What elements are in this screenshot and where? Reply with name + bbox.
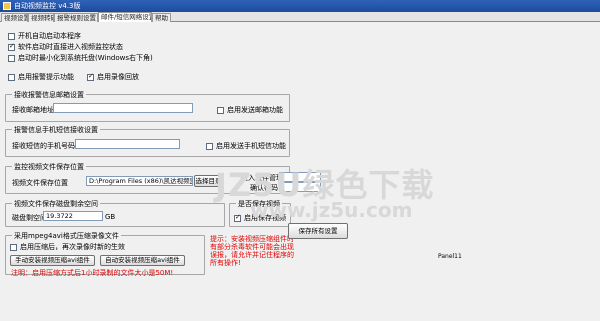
auto-monitor-label: 软件启动时直接进入视频监控状态: [18, 43, 123, 51]
compression-note: 注明：启用压缩方式后1小时录制的文件大小是50M!: [11, 269, 174, 277]
compress-checkbox[interactable]: 启用压缩后，再次录像时新的生效: [10, 242, 125, 252]
sms-enable-label: 启用发送手机短信功能: [216, 142, 286, 150]
disk-group-title: 视频文件保存磁盘剩余空间: [12, 199, 100, 209]
sms-group-title: 报警信息手机短信接收设置: [12, 125, 100, 135]
sms-phone-label: 接收短信的手机号码:: [12, 142, 78, 150]
save-all-settings-button[interactable]: 保存所有设置: [288, 223, 348, 239]
storage-group-title: 监控视频文件保存位置: [12, 162, 86, 172]
minimize-box[interactable]: [8, 54, 15, 62]
tab-bar: 视频设置 视频转码 报警规则设置 邮件/短信网络设置 帮助: [0, 12, 600, 22]
save-video-checkbox[interactable]: 启用保存视频: [234, 213, 286, 223]
playback-box[interactable]: [87, 72, 94, 81]
disk-free-label: 磁盘剩空间: [12, 214, 47, 222]
tab-alarm-rules[interactable]: 报警规则设置: [54, 13, 98, 22]
password-input[interactable]: [279, 172, 321, 182]
email-address-input[interactable]: [53, 103, 193, 113]
email-enable-label: 启用发送邮箱功能: [227, 106, 283, 114]
minimize-checkbox[interactable]: 启动时最小化到系统托盘(Windows右下角): [8, 53, 153, 63]
alarm-voice-checkbox[interactable]: 启用报警提示功能: [8, 72, 74, 82]
storage-path-label: 视频文件保存位置: [12, 179, 68, 187]
email-address-label: 接收邮箱地址:: [12, 106, 57, 114]
panel-label: Panel11: [438, 253, 462, 260]
confirm-password-label: 确认密码: [250, 184, 278, 192]
email-group-title: 接收报警信息邮箱设置: [12, 90, 86, 100]
sms-phone-input[interactable]: [75, 139, 180, 149]
save-video-group-title: 是否保存视频: [236, 199, 282, 209]
manual-install-button[interactable]: 手动安装视频压缩avi组件: [10, 255, 95, 266]
install-tip: 提示：安装视频压缩组件时有部分杀毒软件可能会出现误报，请允许并记住程序的所有操作…: [210, 235, 294, 267]
email-enable-box[interactable]: [217, 106, 224, 114]
browse-directory-button[interactable]: 选择目录: [194, 175, 223, 187]
minimize-label: 启动时最小化到系统托盘(Windows右下角): [18, 54, 153, 62]
email-group: 接收报警信息邮箱设置 接收邮箱地址: 启用发送邮箱功能: [5, 90, 290, 122]
sms-enable-box[interactable]: [206, 142, 213, 150]
storage-path-input[interactable]: D:\Program Files (x86)\凯达视频监控录像软件\av: [86, 176, 193, 186]
disk-group: 视频文件保存磁盘剩余空间 磁盘剩空间 19.3722 GB: [5, 199, 225, 227]
settings-panel: 开机自动启动本程序 软件启动时直接进入视频监控状态 启动时最小化到系统托盘(Wi…: [0, 22, 600, 321]
email-enable-checkbox[interactable]: 启用发送邮箱功能: [217, 105, 283, 115]
app-icon: [3, 2, 11, 10]
autostart-label: 开机自动启动本程序: [18, 32, 81, 40]
auto-monitor-checkbox[interactable]: 软件启动时直接进入视频监控状态: [8, 42, 123, 52]
mpeg-group-title: 采用mpeg4avi格式压缩录像文件: [12, 231, 121, 241]
save-video-label: 启用保存视频: [244, 214, 286, 222]
compress-label: 启用压缩后，再次录像时新的生效: [20, 243, 125, 251]
playback-label: 启用录像回放: [97, 73, 139, 81]
tab-help[interactable]: 帮助: [152, 13, 171, 22]
disk-free-value: 19.3722: [43, 211, 103, 221]
alarm-voice-label: 启用报警提示功能: [18, 73, 74, 81]
compress-box[interactable]: [10, 243, 17, 251]
auto-monitor-box[interactable]: [8, 42, 15, 51]
alarm-voice-box[interactable]: [8, 73, 15, 81]
autostart-box[interactable]: [8, 32, 15, 40]
tab-video-transcode[interactable]: 视频转码: [28, 13, 54, 22]
title-bar: 自动视频监控 v4.3版: [0, 0, 600, 12]
window-title: 自动视频监控 v4.3版: [14, 2, 81, 10]
auto-install-button[interactable]: 自动安装视频压缩avi组件: [100, 255, 185, 266]
sms-enable-checkbox[interactable]: 启用发送手机短信功能: [206, 141, 286, 151]
confirm-password-input[interactable]: [279, 182, 321, 192]
save-video-group: 是否保存视频 启用保存视频: [229, 199, 291, 227]
tab-video-settings[interactable]: 视频设置: [1, 13, 28, 22]
sms-group: 报警信息手机短信接收设置 接收短信的手机号码: 启用发送手机短信功能: [5, 125, 290, 157]
autostart-checkbox[interactable]: 开机自动启动本程序: [8, 31, 81, 41]
disk-unit-label: GB: [105, 213, 116, 221]
save-video-box[interactable]: [234, 213, 241, 222]
playback-checkbox[interactable]: 启用录像回放: [87, 72, 139, 82]
tab-mail-sms-network[interactable]: 邮件/短信网络设置: [98, 12, 152, 22]
